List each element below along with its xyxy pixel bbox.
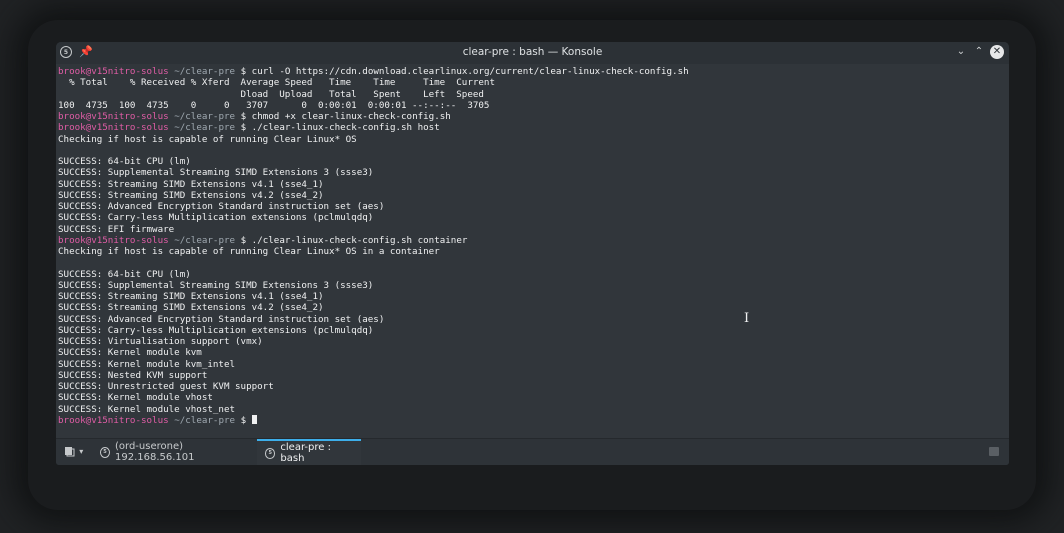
mouse-ibeam-cursor-icon: I <box>744 311 750 326</box>
prompt-user: brook <box>58 122 86 134</box>
prompt-path: ~/clear-pre <box>168 122 236 134</box>
new-tab-dropdown-icon: ▾ <box>79 447 84 456</box>
maximize-button[interactable]: ⌃ <box>972 45 986 59</box>
output-line: SUCCESS: EFI firmware <box>58 223 175 235</box>
output-line: SUCCESS: 64-bit CPU (lm) <box>58 156 191 167</box>
output-line: SUCCESS: Advanced Encryption Standard in… <box>58 201 385 212</box>
output-line: SUCCESS: Kernel module kvm <box>58 347 202 359</box>
output-line: SUCCESS: Streaming SIMD Extensions v4.1 … <box>58 178 324 190</box>
tab-ord-userone[interactable]: 5 (ord-userone) 192.168.56.101 <box>92 439 257 465</box>
prompt-path: ~/clear-pre <box>168 234 236 246</box>
tab-clear-pre[interactable]: 5 clear-pre : bash <box>257 439 361 465</box>
prompt-user: brook <box>58 111 86 122</box>
output-line: Dload Upload Total Spent Left Speed <box>58 88 484 100</box>
prompt-user: brook <box>58 234 86 246</box>
terminal-tab-icon: 5 <box>100 446 110 458</box>
output-line: SUCCESS: Carry-less Multiplication exten… <box>58 212 374 224</box>
terminal-output[interactable]: brook@v15nitro-solus ~/clear-pre $ curl … <box>56 64 1009 438</box>
prompt-host: @v15nitro-solus <box>85 66 169 77</box>
prompt-path: ~/clear-pre <box>168 414 236 426</box>
new-tab-button[interactable]: ▾ <box>64 445 90 459</box>
window-title: clear-pre : bash — Konsole <box>462 46 603 58</box>
tab-label: (ord-userone) 192.168.56.101 <box>115 441 195 463</box>
minimize-button[interactable]: ⌄ <box>954 45 968 59</box>
output-line: SUCCESS: Carry-less Multiplication exten… <box>58 324 374 336</box>
output-line: SUCCESS: Kernel module kvm_intel <box>58 358 236 370</box>
konsole-window: 5 📌 clear-pre : bash — Konsole ⌄ ⌃ ✕ bro… <box>56 42 1009 465</box>
output-line: SUCCESS: Supplemental Streaming SIMD Ext… <box>58 167 374 179</box>
output-line: SUCCESS: Kernel module vhost_net <box>58 403 236 415</box>
close-button[interactable]: ✕ <box>990 45 1004 59</box>
prompt-dollar: $ <box>235 122 252 134</box>
tab-label: clear-pre : bash <box>280 442 331 464</box>
output-line: SUCCESS: Streaming SIMD Extensions v4.1 … <box>58 291 324 302</box>
output-line: Checking if host is capable of running C… <box>58 133 357 145</box>
output-line: SUCCESS: Supplemental Streaming SIMD Ext… <box>58 279 374 291</box>
command-text: ./clear-linux-check-config.sh host <box>251 122 440 134</box>
output-line: SUCCESS: 64-bit CPU (lm) <box>58 268 191 280</box>
output-line: SUCCESS: Streaming SIMD Extensions v4.2 … <box>58 302 324 314</box>
command-text: curl -O https://cdn.download.clearlinux.… <box>251 66 689 77</box>
terminal-tab-icon: 5 <box>265 447 276 459</box>
output-line: % Total % Received % Xferd Average Speed… <box>58 77 495 89</box>
output-line: SUCCESS: Kernel module vhost <box>58 392 213 404</box>
command-text: chmod +x clear-linux-check-config.sh <box>251 111 451 122</box>
prompt-user: brook <box>58 66 86 77</box>
prompt-dollar: $ <box>235 414 252 426</box>
output-line: SUCCESS: Nested KVM support <box>58 369 208 381</box>
prompt-line: brook@v15nitro-solus ~/clear-pre $ curl … <box>58 66 1009 77</box>
output-line: 100 4735 100 4735 0 0 3707 0 0:00:01 0:0… <box>58 99 490 111</box>
tab-icon-glyph: 5 <box>103 449 107 455</box>
prompt-dollar: $ <box>235 66 252 77</box>
text-cursor <box>251 414 257 424</box>
close-tab-icon[interactable] <box>989 447 999 456</box>
prompt-path: ~/clear-pre <box>168 111 236 122</box>
prompt-user: brook <box>58 414 86 426</box>
prompt-line: brook@v15nitro-solus ~/clear-pre $ chmod… <box>58 111 1009 122</box>
tab-bar: ▾ 5 (ord-userone) 192.168.56.101 5 clear… <box>56 438 1009 465</box>
output-line: SUCCESS: Advanced Encryption Standard in… <box>58 313 385 325</box>
new-tab-icon <box>65 447 75 457</box>
title-bar[interactable]: 5 📌 clear-pre : bash — Konsole ⌄ ⌃ ✕ <box>56 42 1009 64</box>
prompt-host: @v15nitro-solus <box>85 122 169 134</box>
output-line: SUCCESS: Streaming SIMD Extensions v4.2 … <box>58 189 324 201</box>
prompt-host: @v15nitro-solus <box>85 414 169 426</box>
prompt-dollar: $ <box>235 111 252 122</box>
output-line: SUCCESS: Virtualisation support (vmx) <box>58 336 263 347</box>
tab-icon-glyph: 5 <box>268 450 272 456</box>
prompt-line: brook@v15nitro-solus ~/clear-pre $ ./cle… <box>58 122 1009 133</box>
prompt-line: brook@v15nitro-solus ~/clear-pre $ <box>58 414 1009 426</box>
prompt-line: brook@v15nitro-solus ~/clear-pre $ ./cle… <box>58 235 1009 246</box>
prompt-host: @v15nitro-solus <box>85 234 169 246</box>
command-text: ./clear-linux-check-config.sh container <box>251 234 468 246</box>
output-line: Checking if host is capable of running C… <box>58 246 440 257</box>
prompt-path: ~/clear-pre <box>168 66 236 77</box>
prompt-dollar: $ <box>235 234 252 246</box>
output-line: SUCCESS: Unrestricted guest KVM support <box>58 381 274 392</box>
prompt-host: @v15nitro-solus <box>85 111 169 122</box>
